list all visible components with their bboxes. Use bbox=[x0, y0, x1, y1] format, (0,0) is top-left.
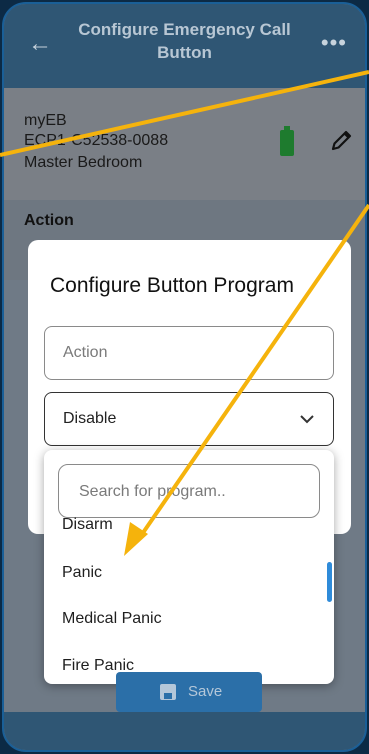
action-input[interactable]: Action bbox=[44, 326, 334, 380]
bottom-bar bbox=[4, 712, 365, 750]
program-dropdown-list: Search for program.. Disarm Panic Medica… bbox=[44, 450, 334, 684]
chevron-down-icon bbox=[300, 415, 314, 424]
device-info-card: myEB ECP1-C52538-0088 Master Bedroom bbox=[4, 88, 365, 200]
option-disarm[interactable]: Disarm bbox=[62, 516, 113, 534]
more-dots-icon[interactable]: ••• bbox=[321, 30, 347, 56]
option-medical-panic[interactable]: Medical Panic bbox=[62, 610, 162, 628]
program-search-placeholder: Search for program.. bbox=[79, 483, 226, 500]
device-location: Master Bedroom bbox=[24, 154, 143, 171]
action-section-label: Action bbox=[24, 212, 74, 229]
save-button[interactable]: Save bbox=[116, 672, 262, 712]
program-search-input[interactable]: Search for program.. bbox=[58, 464, 320, 518]
save-button-label: Save bbox=[188, 683, 223, 700]
program-select-value: Disable bbox=[63, 410, 117, 427]
option-panic[interactable]: Panic bbox=[62, 564, 102, 582]
arrow-left-icon[interactable]: ← bbox=[28, 32, 52, 56]
device-serial: ECP1-C52538-0088 bbox=[24, 132, 169, 149]
dropdown-scrollbar[interactable] bbox=[327, 562, 332, 602]
battery-full-icon bbox=[280, 126, 294, 156]
pencil-icon[interactable] bbox=[330, 128, 354, 152]
action-input-placeholder: Action bbox=[63, 344, 108, 361]
page-title: Configure Emergency Call Button bbox=[78, 20, 291, 62]
phone-frame: ← Configure Emergency Call Button ••• my… bbox=[2, 2, 367, 752]
program-select[interactable]: Disable bbox=[44, 392, 334, 446]
save-disk-icon bbox=[160, 684, 176, 700]
app-bar: ← Configure Emergency Call Button ••• bbox=[4, 4, 365, 88]
dialog-title: Configure Button Program bbox=[50, 274, 294, 297]
device-name: myEB bbox=[24, 112, 67, 129]
